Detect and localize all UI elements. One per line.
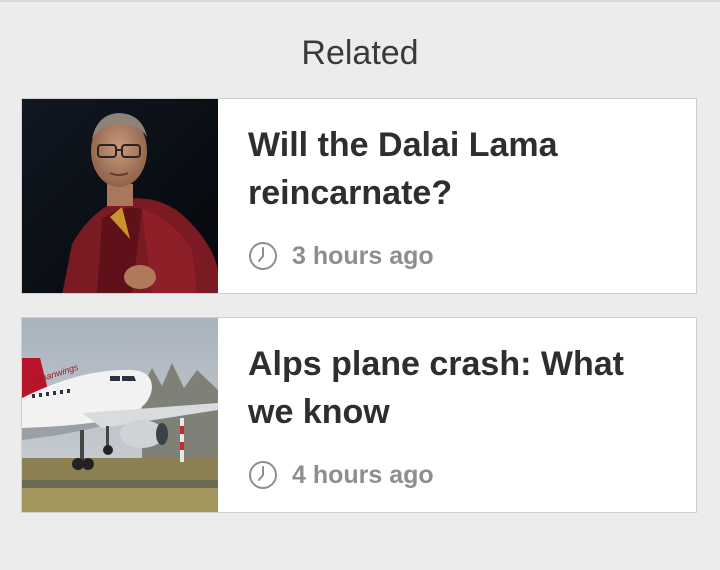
article-body: Will the Dalai Lama reincarnate? 3 hours… <box>218 99 696 293</box>
article-thumbnail-dalai-lama[interactable] <box>22 99 218 293</box>
dalai-lama-photo <box>22 99 218 293</box>
section-title: Related <box>301 34 419 72</box>
clock-icon <box>249 242 277 270</box>
article-title[interactable]: Alps plane crash: What we know <box>248 340 676 436</box>
article-time-label: 4 hours ago <box>292 460 434 489</box>
top-divider <box>0 0 720 2</box>
germanwings-plane-photo: germanwings <box>22 318 218 512</box>
article-timestamp: 3 hours ago <box>248 241 434 271</box>
article-card-alps-crash[interactable]: germanwings Alps plane crash: What we kn… <box>21 317 697 513</box>
article-timestamp: 4 hours ago <box>248 460 434 490</box>
article-title[interactable]: Will the Dalai Lama reincarnate? <box>248 121 676 217</box>
article-thumbnail-alps-crash[interactable]: germanwings <box>22 318 218 512</box>
article-time-label: 3 hours ago <box>292 241 434 270</box>
article-card-dalai-lama[interactable]: Will the Dalai Lama reincarnate? 3 hours… <box>21 98 697 294</box>
clock-icon <box>249 461 277 489</box>
article-body: Alps plane crash: What we know 4 hours a… <box>218 318 696 512</box>
